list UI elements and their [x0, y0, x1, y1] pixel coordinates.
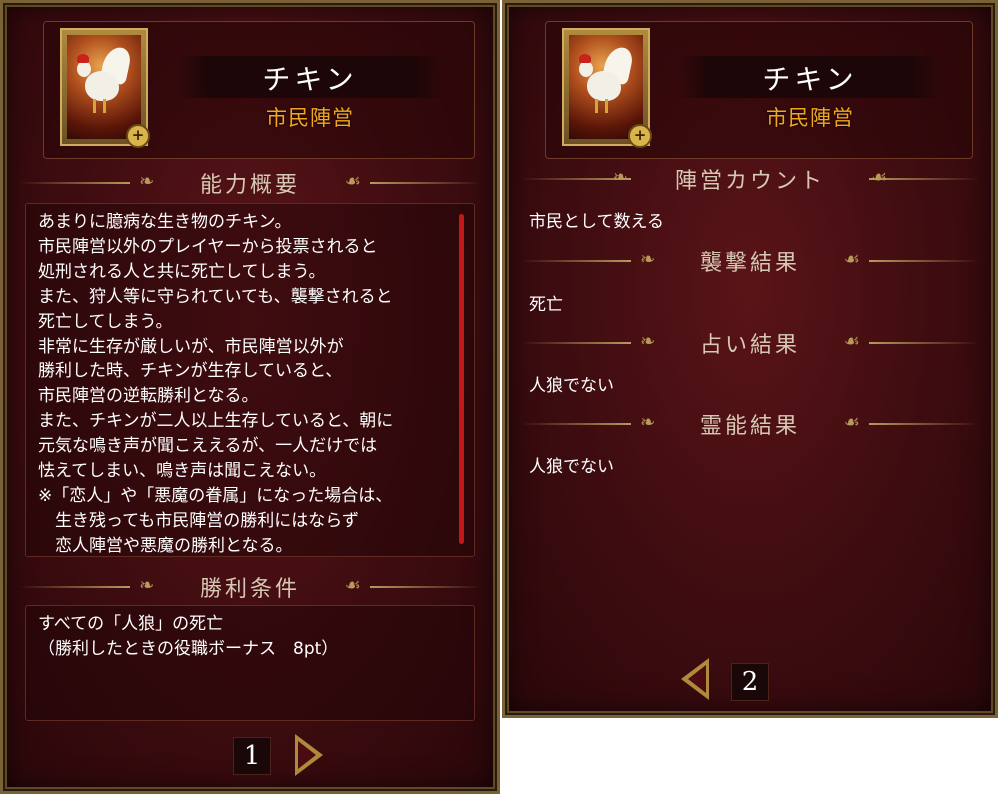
faction-label: 市民陣営 — [266, 106, 354, 130]
name-plate: チキン — [678, 56, 942, 98]
scroll-ornament-icon: ❧ — [139, 171, 155, 192]
white-rooster-portrait — [569, 35, 643, 139]
ability-heading: 能力概要 — [199, 173, 300, 198]
divination-value: 人狼でない — [529, 376, 614, 396]
medium-value: 人狼でない — [529, 457, 614, 477]
scroll-ornament-icon: ☙ — [843, 412, 860, 433]
divination-section-header: ❧ 占い結果 ☙ — [521, 325, 979, 359]
victory-condition: すべての「人狼」の死亡 （勝利したときの役職ボーナス 8pt） — [38, 612, 450, 662]
ability-line: あまりに臆病な生き物のチキン。 — [38, 212, 292, 232]
victory-line-1: すべての「人狼」の死亡 — [38, 614, 224, 634]
scroll-ornament-icon: ❧ — [640, 249, 656, 270]
white-rooster-portrait — [67, 35, 141, 139]
ability-line: 処刑される人と共に死亡してしまう。 — [38, 261, 326, 282]
ability-line: また、狩人等に守られていても、襲撃されると — [38, 286, 393, 307]
count-section-header: ❧ 陣営カウント ☙ — [521, 161, 979, 195]
victory-heading: 勝利条件 — [199, 577, 300, 602]
name-plate: チキン — [176, 56, 444, 98]
scroll-ornament-icon: ❧ — [612, 167, 628, 188]
ability-line: 怯えてしまい、鳴き声は聞こえない。 — [38, 461, 327, 482]
divination-heading: 占い結果 — [699, 333, 800, 358]
ability-line: 非常に生存が厳しいが、市民陣営以外が — [38, 336, 344, 357]
count-value: 市民として数える — [529, 212, 664, 232]
medium-heading: 霊能結果 — [699, 414, 800, 439]
ability-line: 勝利した時、チキンが生存していると、 — [38, 361, 343, 382]
role-header: + チキン 市民陣営 — [43, 21, 475, 159]
ability-line: 市民陣営の逆転勝利となる。 — [38, 386, 259, 407]
attack-value: 死亡 — [529, 295, 563, 315]
scroll-ornament-icon: ☙ — [843, 249, 860, 270]
character-portrait[interactable]: + — [562, 28, 652, 148]
role-info-page-1: + チキン 市民陣営 ❧ 能力概要 ☙ あまりに臆病な生き物のチキン。 市民陣営… — [0, 0, 500, 794]
attack-heading: 襲撃結果 — [699, 251, 800, 276]
role-header: + チキン 市民陣営 — [545, 21, 973, 159]
scroll-ornament-icon: ❧ — [139, 575, 155, 596]
scroll-ornament-icon: ☙ — [843, 331, 860, 352]
scrollbar[interactable] — [459, 214, 464, 544]
next-page-arrow-icon[interactable] — [295, 734, 323, 776]
magnify-plus-icon[interactable]: + — [126, 124, 150, 148]
faction-label: 市民陣営 — [766, 106, 854, 130]
medium-section-header: ❧ 霊能結果 ☙ — [521, 406, 979, 440]
ability-description: あまりに臆病な生き物のチキン。 市民陣営以外のプレイヤーから投票されると 処刑さ… — [38, 210, 450, 559]
ability-line: ※「恋人」や「悪魔の眷属」になった場合は、 — [38, 485, 393, 506]
magnify-plus-icon[interactable]: + — [628, 124, 652, 148]
ability-line: 市民陣営以外のプレイヤーから投票されると — [38, 236, 378, 257]
ability-line: 元気な鳴き声が聞こええるが、一人だけでは — [38, 436, 378, 457]
victory-line-2: （勝利したときの役職ボーナス 8pt） — [38, 639, 339, 659]
character-name: チキン — [262, 63, 358, 96]
prev-page-arrow-icon[interactable] — [681, 658, 709, 700]
ability-line: 死亡してしまう。 — [38, 311, 173, 332]
character-name: チキン — [762, 63, 858, 96]
scroll-ornament-icon: ❧ — [640, 331, 656, 352]
victory-condition-box: すべての「人狼」の死亡 （勝利したときの役職ボーナス 8pt） — [25, 605, 475, 721]
page-number: 1 — [233, 737, 271, 775]
ability-section-header: ❧ 能力概要 ☙ — [19, 165, 481, 199]
page-number: 2 — [731, 663, 769, 701]
ability-line: また、チキンが二人以上生存していると、朝に — [38, 411, 394, 432]
ability-line: 生き残っても市民陣営の勝利にはならず — [38, 510, 359, 531]
ability-description-box[interactable]: あまりに臆病な生き物のチキン。 市民陣営以外のプレイヤーから投票されると 処刑さ… — [25, 203, 475, 557]
character-portrait[interactable]: + — [60, 28, 150, 148]
attack-section-header: ❧ 襲撃結果 ☙ — [521, 243, 979, 277]
scroll-ornament-icon: ☙ — [344, 171, 361, 192]
scroll-ornament-icon: ❧ — [640, 412, 656, 433]
role-info-page-2: + チキン 市民陣営 ❧ 陣営カウント ☙ 市民として数える ❧ 襲撃結果 ☙ … — [502, 0, 998, 718]
victory-section-header: ❧ 勝利条件 ☙ — [19, 569, 481, 603]
scroll-ornament-icon: ☙ — [344, 575, 361, 596]
count-heading: 陣営カウント — [674, 169, 825, 194]
ability-line: 恋人陣営や悪魔の勝利となる。 — [38, 535, 293, 556]
scroll-ornament-icon: ☙ — [871, 167, 888, 188]
